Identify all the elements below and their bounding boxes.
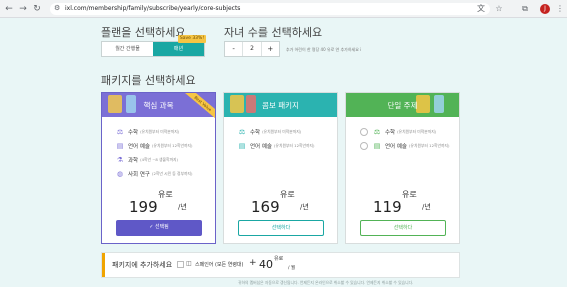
packages-title: 패키지를 선택하세요 xyxy=(101,74,196,87)
addon-price: 40 xyxy=(259,258,273,271)
feature-sub: (유치원부터 12학년까지) xyxy=(274,143,315,148)
math-icon: ⚖ xyxy=(373,128,381,136)
card-name: 단일 주제 xyxy=(387,101,418,110)
forward-icon[interactable]: → xyxy=(18,4,28,14)
feature-sub: (4학년 ~8 생물학까지) xyxy=(140,157,178,162)
book-icon: ▤ xyxy=(373,142,381,150)
feature-item: ◍ 사회 연구 (2학년 시민 등 정부까지) xyxy=(116,167,215,181)
price-period: /년 xyxy=(300,203,309,211)
feature-item: ⚖ 수학 (유치원부터 미적분까지) xyxy=(116,125,215,139)
price-value: 199 xyxy=(129,198,158,216)
radio-circle[interactable] xyxy=(360,142,368,150)
feature-name: 수학 xyxy=(128,130,139,136)
math-icon: ⚖ xyxy=(238,128,246,136)
feature-sub: (2학년 시민 등 정부까지) xyxy=(152,171,193,176)
menu-icon[interactable]: ⋮ xyxy=(555,4,565,14)
language-icon: ◫ xyxy=(186,260,192,267)
card-name: 콤보 패키지 xyxy=(262,101,299,110)
addon-checkbox[interactable] xyxy=(177,261,184,268)
feature-sub: (유치원부터 미적분까지) xyxy=(262,129,302,134)
profile-avatar[interactable]: J xyxy=(540,4,550,14)
book-icon: ▤ xyxy=(116,142,124,150)
checkmark-icon: ✓ xyxy=(149,224,154,230)
select-button[interactable]: 선택하다 xyxy=(360,220,446,236)
feature-sub: (유치원부터 미적분까지) xyxy=(140,129,180,134)
save-badge: Save 33%! xyxy=(178,35,206,43)
price-block: 유로 119 /년 xyxy=(346,189,459,219)
increment-button[interactable]: + xyxy=(262,42,279,56)
feature-name: 수학 xyxy=(250,130,261,136)
feature-item[interactable]: ⚖ 수학 (유치원부터 미적분까지) xyxy=(360,125,459,139)
price-period: /년 xyxy=(422,203,431,211)
addon-plus: + xyxy=(249,258,257,268)
addon-period: / 월 xyxy=(288,266,296,271)
addon-currency: 유로 xyxy=(274,256,284,262)
feature-sub: (유치원부터 12학년까지) xyxy=(409,143,450,148)
book-icon: ▤ xyxy=(238,142,246,150)
globe-icon: ◍ xyxy=(116,170,124,178)
feature-sub: (유치원부터 미적분까지) xyxy=(397,129,437,134)
package-card-core[interactable]: 핵심 과목 Best Value ⚖ 수학 (유치원부터 미적분까지) ▤ 언어… xyxy=(101,92,216,244)
card-header: 핵심 과목 Best Value xyxy=(102,93,215,122)
price-value: 169 xyxy=(251,198,280,216)
math-icon: ⚖ xyxy=(116,128,124,136)
feature-name: 언어 예술 xyxy=(385,144,407,150)
children-stepper: - 2 + xyxy=(224,41,280,57)
feature-item[interactable]: ▤ 언어 예술 (유치원부터 12학년까지) xyxy=(360,139,459,153)
bookmark-star-icon[interactable]: ☆ xyxy=(494,4,504,14)
site-info-icon[interactable]: ⚙ xyxy=(54,4,60,12)
address-bar[interactable]: ⚙ ixl.com/membership/family/subscribe/ye… xyxy=(50,3,490,15)
science-icon: ⚗ xyxy=(116,156,124,164)
feature-name: 과학 xyxy=(128,158,139,164)
package-card-single[interactable]: 단일 주제 ⚖ 수학 (유치원부터 미적분까지) ▤ 언어 예술 (유치원부터 … xyxy=(345,92,460,244)
addon-name: 스페인어 (모든 연령대) xyxy=(195,262,244,268)
accent-bar xyxy=(102,253,105,277)
selected-button[interactable]: ✓ 선택됨 xyxy=(116,220,202,236)
decrement-button[interactable]: - xyxy=(225,42,242,56)
plan-yearly-option[interactable]: 매년 xyxy=(153,42,204,56)
feature-item: ▤ 언어 예술 (유치원부터 12학년까지) xyxy=(116,139,215,153)
browser-toolbar: ← → ↻ ⚙ ixl.com/membership/family/subscr… xyxy=(0,0,567,18)
children-note: 추가 어린이 한 명당 40 유로 연 추가하세요 i xyxy=(286,47,362,52)
card-header: 단일 주제 xyxy=(346,93,459,117)
feature-name: 사회 연구 xyxy=(128,172,150,178)
price-block: 유로 199 /년 xyxy=(102,189,215,219)
feature-name: 수학 xyxy=(385,130,396,136)
button-label: 선택됨 xyxy=(154,224,169,230)
children-title: 자녀 수를 선택하세요 xyxy=(224,26,323,39)
back-icon[interactable]: ← xyxy=(4,4,14,14)
reload-icon[interactable]: ↻ xyxy=(32,4,42,14)
radio-circle[interactable] xyxy=(360,128,368,136)
feature-item: ⚖ 수학 (유치원부터 미적분까지) xyxy=(238,125,337,139)
package-card-combo[interactable]: 콤보 패키지 ⚖ 수학 (유치원부터 미적분까지) ▤ 언어 예술 (유치원부터… xyxy=(223,92,338,244)
currency: 유로 xyxy=(158,190,173,199)
feature-item: ▤ 언어 예술 (유치원부터 12학년까지) xyxy=(238,139,337,153)
feature-name: 언어 예술 xyxy=(128,144,150,150)
plan-monthly-option[interactable]: 월간 간행물 xyxy=(102,42,153,56)
addon-panel: 패키지에 추가하세요 ◫ 스페인어 (모든 연령대) + 40 유로 / 월 xyxy=(101,252,460,278)
children-count: 2 xyxy=(242,42,262,56)
currency: 유로 xyxy=(280,190,295,199)
select-button[interactable]: 선택하다 xyxy=(238,220,324,236)
feature-item: ⚗ 과학 (4학년 ~8 생물학까지) xyxy=(116,153,215,167)
plan-title: 플랜을 선택하세요 xyxy=(101,26,186,39)
card-header: 콤보 패키지 xyxy=(224,93,337,117)
address-text: ixl.com/membership/family/subscribe/year… xyxy=(65,5,241,12)
translate-icon[interactable]: 文 xyxy=(476,4,486,14)
plan-toggle: 월간 간행물 매년 xyxy=(101,41,205,57)
renewal-footnote: 귀하의 멤버십은 자동으로 갱신됩니다. 언제든지 온라인으로 취소할 수 있습… xyxy=(238,280,414,285)
price-block: 유로 169 /년 xyxy=(224,189,337,219)
feature-sub: (유치원부터 12학년까지) xyxy=(152,143,193,148)
currency: 유로 xyxy=(402,190,417,199)
extensions-icon[interactable]: ⧉ xyxy=(520,4,530,14)
addon-title: 패키지에 추가하세요 xyxy=(112,261,173,269)
feature-name: 언어 예술 xyxy=(250,144,272,150)
price-period: /년 xyxy=(178,203,187,211)
price-value: 119 xyxy=(373,198,402,216)
